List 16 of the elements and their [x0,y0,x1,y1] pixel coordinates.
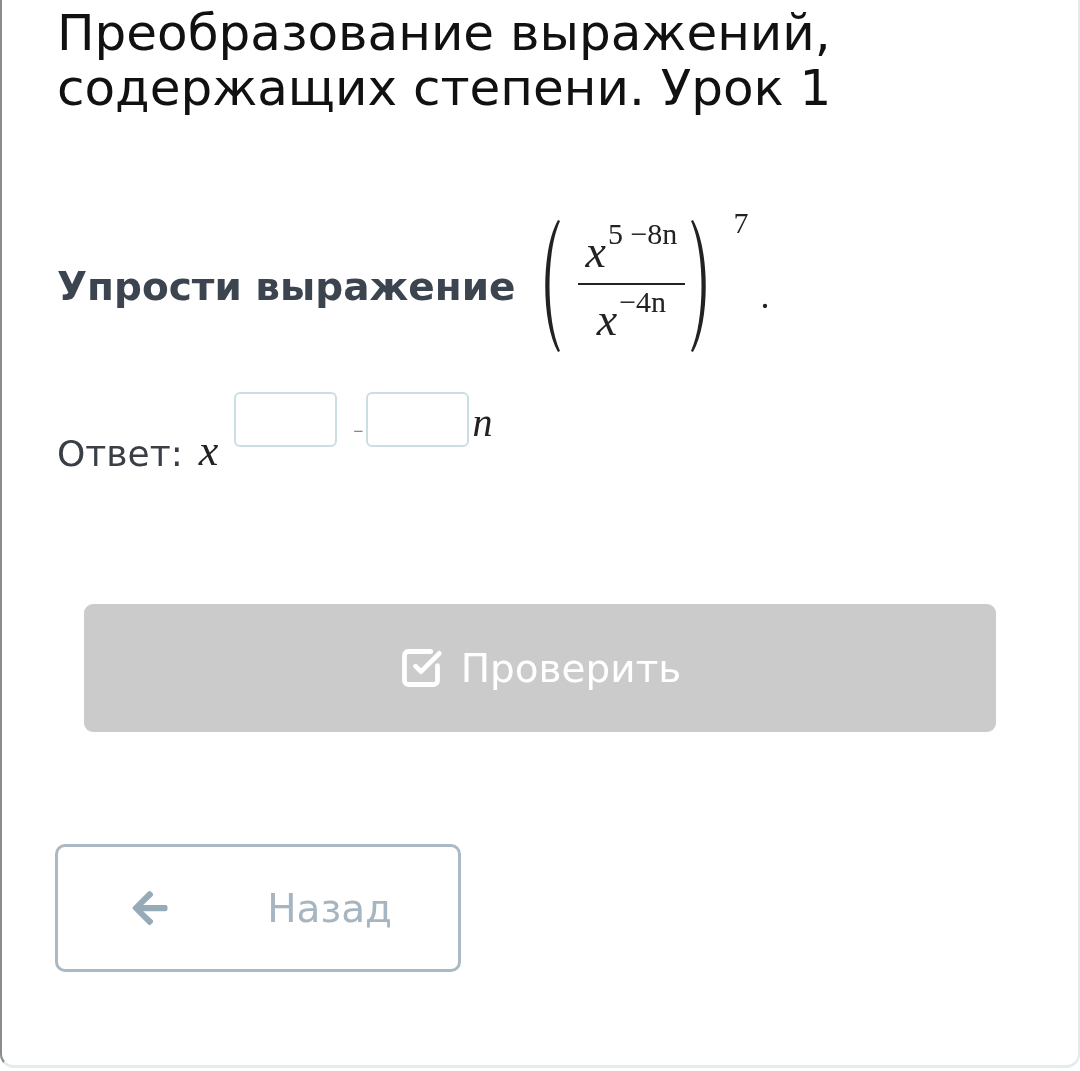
math-exponent: −4n [619,287,667,317]
answer-label: Ответ: [57,432,183,475]
back-arrow-icon [130,888,170,928]
task-prompt: Упрости выражение [57,263,516,309]
math-symbol: − [353,421,364,440]
math-variable: x [198,429,219,473]
math-exponent: 7 [733,208,749,238]
answer-field[interactable] [366,392,470,447]
math-symbol: n [472,402,493,443]
lesson-title: Преобразование выражений, содержащих степени. Урок 1 [57,3,833,116]
math-period: . [760,278,770,314]
answer-field[interactable] [234,392,338,447]
math-variable: x [585,229,606,275]
back-button[interactable]: Назад [55,844,461,972]
math-exponent: 5 −8n [607,219,678,249]
math-variable: x [596,297,618,343]
